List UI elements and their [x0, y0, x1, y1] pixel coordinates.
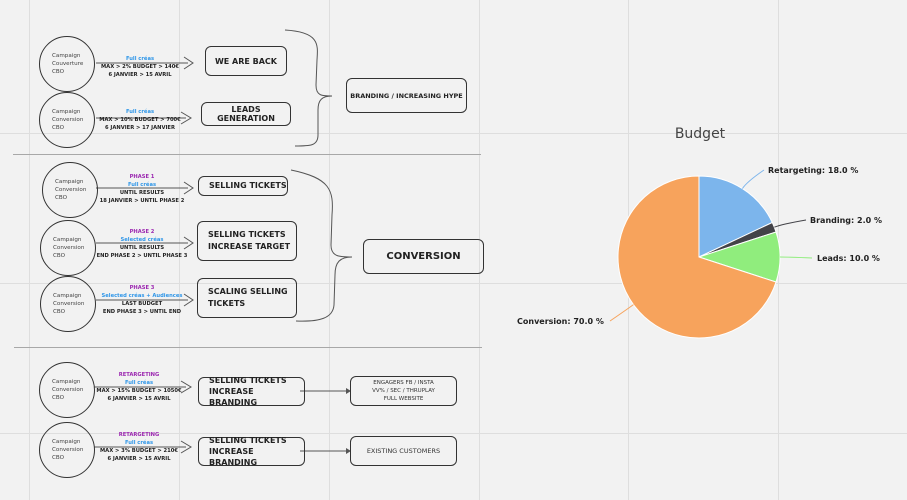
creas-label: Full créas [124, 440, 154, 446]
pie-connector-leads [779, 256, 813, 259]
grid-line [0, 133, 907, 134]
creas-label: Full créas [125, 109, 155, 115]
goal-label: CONVERSION [386, 251, 461, 262]
action-label: SELLING TICKETS [208, 230, 286, 239]
goal-box-branding[interactable]: BRANDING / INCREASING HYPE [346, 78, 467, 113]
action-label: INCREASE BRANDING [209, 387, 258, 407]
brace [284, 29, 333, 147]
action-box-increase-target[interactable]: SELLING TICKETS INCREASE TARGET [197, 221, 297, 261]
pie-slice-retargeting[interactable] [698, 175, 773, 258]
phase-label: PHASE 2 [129, 229, 155, 235]
budget-label: LAST BUDGET [121, 301, 163, 307]
goal-label: BRANDING / INCREASING HYPE [350, 91, 463, 100]
pie-label-conversion: Conversion: 70.0 % [517, 317, 604, 326]
phase-label: PHASE 1 [129, 174, 155, 180]
pie-connector-conversion [609, 304, 634, 322]
goal-box-conversion[interactable]: CONVERSION [363, 239, 484, 274]
grid-line [628, 0, 629, 500]
action-label: SCALING SELLING [208, 287, 288, 296]
audience-label: FULL WEBSITE [383, 396, 424, 402]
budget-label: MAX > 10% BUDGET > 700€ [99, 117, 181, 123]
action-box-increase-branding[interactable]: SELLING TICKETS INCREASE BRANDING [198, 376, 305, 407]
budget-label: MAX > 2% BUDGET > 140€ [101, 64, 179, 70]
action-box-leads-generation[interactable]: LEADS GENERATION [201, 102, 291, 126]
audience-label: ENGAGERS FB / INSTA [373, 380, 434, 386]
grid-line [778, 0, 779, 500]
date-range-label: 6 JANVIER > 17 JANVIER [105, 125, 175, 131]
action-label: INCREASE BRANDING [209, 447, 258, 467]
budget-label: UNTIL RESULTS [119, 190, 165, 196]
campaign-details: RETARGETING Full créas MAX > 3% BUDGET >… [84, 431, 194, 463]
action-label: WE ARE BACK [214, 56, 278, 66]
action-label: SELLING TICKETS [209, 436, 287, 445]
date-range-label: 6 JANVIER > 15 AVRIL [107, 456, 171, 462]
pie-slice-branding[interactable] [698, 221, 777, 258]
campaign-details: PHASE 2 Selected créas UNTIL RESULTS END… [87, 228, 197, 260]
phase-label: RETARGETING [118, 432, 160, 438]
pie-slice-conversion[interactable] [617, 175, 777, 339]
campaign-details: RETARGETING Full créas MAX > 15% BUDGET … [84, 371, 194, 403]
budget-label: MAX > 3% BUDGET > 210€ [100, 448, 178, 454]
phase-label: RETARGETING [118, 372, 160, 378]
campaign-details: PHASE 1 Full créas UNTIL RESULTS 18 JANV… [87, 173, 197, 205]
date-range-label: 18 JANVIER > UNTIL PHASE 2 [99, 198, 185, 204]
action-label: LEADS GENERATION [217, 105, 275, 123]
creas-label: Selected créas + Audiences [101, 293, 183, 299]
date-range-label: END PHASE 3 > UNTIL END [102, 309, 182, 315]
date-range-label: 6 JANVIER > 15 AVRIL [108, 72, 172, 78]
budget-label: MAX > 15% BUDGET > 1050€ [96, 388, 182, 394]
section-separator[interactable] [13, 154, 481, 155]
grid-line [329, 0, 330, 500]
action-label: TICKETS [208, 299, 246, 308]
audience-label: VV% / SEC / THRUPLAY [372, 388, 435, 394]
brace [290, 169, 353, 322]
action-box-increase-branding[interactable]: SELLING TICKETS INCREASE BRANDING [198, 436, 305, 467]
date-range-label: 6 JANVIER > 15 AVRIL [107, 396, 171, 402]
action-box-selling-tickets[interactable]: SELLING TICKETS [198, 176, 288, 196]
budget-label: UNTIL RESULTS [119, 245, 165, 251]
action-label: SELLING TICKETS [209, 376, 287, 385]
campaign-details: Full créas MAX > 2% BUDGET > 140€ 6 JANV… [85, 55, 195, 79]
pie-slice-leads[interactable] [697, 231, 781, 283]
pie-label-leads: Leads: 10.0 % [817, 254, 880, 263]
phase-label: PHASE 3 [129, 285, 155, 291]
creas-label: Full créas [125, 56, 155, 62]
action-box-we-are-back[interactable]: WE ARE BACK [205, 46, 287, 76]
grid-line [29, 0, 30, 500]
action-label: SELLING TICKETS [209, 181, 287, 190]
pie-connector-branding [774, 219, 807, 228]
creas-label: Full créas [124, 380, 154, 386]
audience-label: EXISTING CUSTOMERS [366, 447, 441, 455]
section-separator[interactable] [14, 347, 482, 348]
creas-label: Full créas [127, 182, 157, 188]
action-box-scaling-selling-tickets[interactable]: SCALING SELLING TICKETS [197, 278, 297, 318]
campaign-details: PHASE 3 Selected créas + Audiences LAST … [87, 284, 197, 316]
date-range-label: END PHASE 2 > UNTIL PHASE 3 [96, 253, 188, 259]
campaign-details: Full créas MAX > 10% BUDGET > 700€ 6 JAN… [85, 108, 195, 132]
pie-connector-retargeting [741, 169, 765, 189]
pie-label-branding: Branding: 2.0 % [810, 216, 882, 225]
audience-box[interactable]: EXISTING CUSTOMERS [350, 436, 457, 466]
pie-label-retargeting: Retargeting: 18.0 % [768, 166, 859, 175]
audience-box[interactable]: ENGAGERS FB / INSTA VV% / SEC / THRUPLAY… [350, 376, 457, 406]
chart-title: Budget [674, 126, 726, 142]
creas-label: Selected créas [120, 237, 164, 243]
action-label: INCREASE TARGET [208, 242, 291, 251]
